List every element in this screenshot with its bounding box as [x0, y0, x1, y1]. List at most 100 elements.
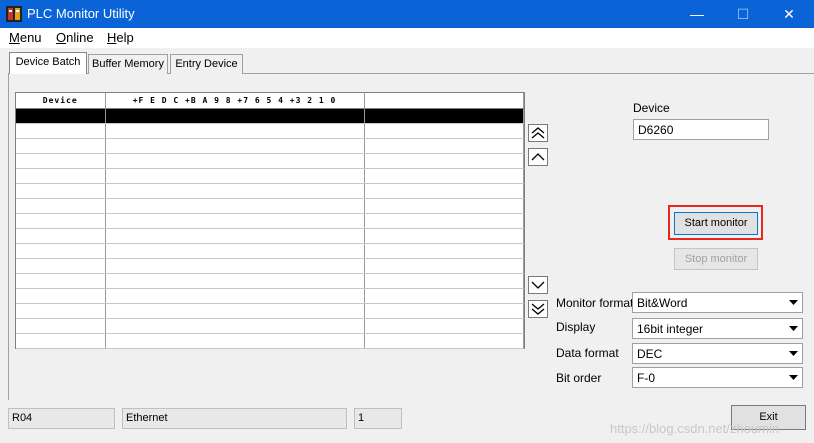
menu-menu[interactable]: Menu: [9, 30, 42, 45]
table-row[interactable]: [16, 108, 524, 124]
bit-order-select[interactable]: F-0: [632, 367, 803, 388]
table-cell[interactable]: [16, 243, 106, 259]
table-cell[interactable]: [16, 123, 106, 139]
data-format-value: DEC: [637, 347, 663, 361]
close-icon[interactable]: ✕: [766, 0, 812, 28]
table-cell[interactable]: [105, 168, 365, 184]
table-row[interactable]: [16, 228, 524, 244]
table-cell[interactable]: [105, 198, 365, 214]
data-format-select[interactable]: DEC: [632, 343, 803, 364]
table-cell[interactable]: [105, 183, 365, 199]
table-cell[interactable]: [364, 108, 524, 124]
start-monitor-button[interactable]: Start monitor: [674, 212, 758, 235]
display-select[interactable]: 16bit integer: [632, 318, 803, 339]
watermark: https://blog.csdn.net/zhoumin: [610, 421, 780, 436]
table-cell[interactable]: [16, 288, 106, 304]
table-row[interactable]: [16, 303, 524, 319]
table-row[interactable]: [16, 123, 524, 139]
table-cell[interactable]: [16, 318, 106, 334]
table-cell[interactable]: [105, 273, 365, 289]
table-cell[interactable]: [364, 183, 524, 199]
table-cell[interactable]: [364, 318, 524, 334]
monitor-format-select[interactable]: Bit&Word: [632, 292, 803, 313]
table-cell[interactable]: [105, 228, 365, 244]
table-cell[interactable]: [16, 153, 106, 169]
display-label: Display: [556, 320, 596, 334]
table-row[interactable]: [16, 138, 524, 154]
table-cell[interactable]: [16, 108, 106, 124]
table-cell[interactable]: [16, 168, 106, 184]
table-cell[interactable]: [105, 138, 365, 154]
table-cell[interactable]: [105, 333, 365, 349]
table-cell[interactable]: [364, 303, 524, 319]
chevron-down-icon[interactable]: [785, 293, 802, 312]
table-cell[interactable]: [16, 333, 106, 349]
line-down-icon[interactable]: [528, 276, 548, 294]
table-row[interactable]: [16, 333, 524, 349]
table-row[interactable]: [16, 153, 524, 169]
table-cell[interactable]: [105, 318, 365, 334]
table-row[interactable]: [16, 198, 524, 214]
tab-entry-device[interactable]: Entry Device: [170, 54, 243, 74]
table-row[interactable]: [16, 273, 524, 289]
monitor-format-label: Monitor format: [556, 296, 634, 310]
table-cell[interactable]: [105, 303, 365, 319]
table-cell[interactable]: [364, 288, 524, 304]
table-cell[interactable]: [364, 123, 524, 139]
table-row[interactable]: [16, 183, 524, 199]
table-cell[interactable]: [105, 153, 365, 169]
tab-device-batch[interactable]: Device Batch: [9, 52, 87, 74]
table-cell[interactable]: [364, 138, 524, 154]
table-cell[interactable]: [16, 258, 106, 274]
grid-header-row: Device +F E D C +B A 9 8 +7 6 5 4 +3 2 1…: [16, 93, 524, 109]
minimize-icon[interactable]: —: [674, 0, 720, 28]
page-up-icon[interactable]: [528, 124, 548, 142]
table-cell[interactable]: [16, 213, 106, 229]
device-grid[interactable]: Device +F E D C +B A 9 8 +7 6 5 4 +3 2 1…: [15, 92, 525, 349]
table-cell[interactable]: [105, 243, 365, 259]
table-row[interactable]: [16, 318, 524, 334]
table-cell[interactable]: [16, 303, 106, 319]
table-cell[interactable]: [105, 213, 365, 229]
window-title: PLC Monitor Utility: [27, 6, 135, 21]
table-row[interactable]: [16, 288, 524, 304]
chevron-down-icon[interactable]: [785, 344, 802, 363]
table-cell[interactable]: [364, 333, 524, 349]
table-cell[interactable]: [105, 258, 365, 274]
stop-monitor-button[interactable]: Stop monitor: [674, 248, 758, 270]
status-plc-type: R04: [8, 408, 115, 429]
table-row[interactable]: [16, 243, 524, 259]
table-cell[interactable]: [105, 123, 365, 139]
table-cell[interactable]: [364, 153, 524, 169]
maximize-icon[interactable]: ☐: [720, 0, 766, 28]
table-cell[interactable]: [16, 273, 106, 289]
chevron-down-icon[interactable]: [785, 368, 802, 387]
table-cell[interactable]: [16, 138, 106, 154]
table-cell[interactable]: [105, 108, 365, 124]
tab-buffer-memory[interactable]: Buffer Memory: [88, 54, 168, 74]
device-input[interactable]: [633, 119, 769, 140]
line-up-icon[interactable]: [528, 148, 548, 166]
plc-app-icon[interactable]: [6, 6, 22, 22]
display-value: 16bit integer: [637, 322, 704, 336]
table-cell[interactable]: [16, 228, 106, 244]
chevron-down-icon[interactable]: [785, 319, 802, 338]
table-cell[interactable]: [364, 213, 524, 229]
table-cell[interactable]: [364, 168, 524, 184]
table-cell[interactable]: [364, 198, 524, 214]
page-down-icon[interactable]: [528, 300, 548, 318]
table-cell[interactable]: [16, 183, 106, 199]
table-cell[interactable]: [364, 243, 524, 259]
table-cell[interactable]: [364, 258, 524, 274]
table-cell[interactable]: [364, 273, 524, 289]
menu-online[interactable]: Online: [56, 30, 94, 45]
table-cell[interactable]: [16, 198, 106, 214]
bit-order-value: F-0: [637, 371, 655, 385]
table-cell[interactable]: [105, 288, 365, 304]
table-row[interactable]: [16, 168, 524, 184]
table-row[interactable]: [16, 213, 524, 229]
table-row[interactable]: [16, 258, 524, 274]
status-station: 1: [354, 408, 402, 429]
table-cell[interactable]: [364, 228, 524, 244]
menu-help[interactable]: Help: [107, 30, 134, 45]
